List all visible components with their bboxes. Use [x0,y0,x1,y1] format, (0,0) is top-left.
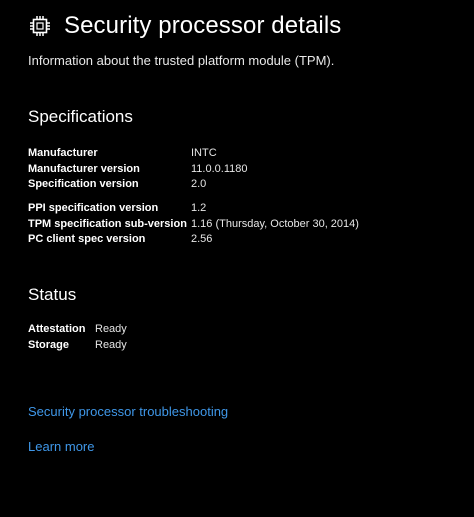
status-value: Ready [95,339,127,351]
spec-label: Manufacturer [28,147,98,159]
specifications-heading: Specifications [28,107,133,126]
spec-label: PC client spec version [28,233,146,245]
security-processor-troubleshooting-link[interactable]: Security processor troubleshooting [28,404,228,419]
security-processor-details-page: Security processor details Information a… [0,0,474,517]
spec-value: INTC [191,147,217,159]
status-label: Storage [28,339,69,351]
status-value: Ready [95,323,127,335]
spec-value: 2.56 [191,233,213,245]
spec-label: Specification version [28,178,139,190]
status-label: Attestation [28,323,86,335]
spec-label: Manufacturer version [28,162,140,175]
spec-value: 1.2 [191,202,207,214]
spec-label: TPM specification sub-version [28,217,187,230]
page-subtitle: Information about the trusted platform m… [28,53,335,68]
page-title: Security processor details [64,12,342,39]
learn-more-link[interactable]: Learn more [28,439,94,454]
spec-value: 11.0.0.1180 [191,162,248,175]
chip-icon [28,14,52,38]
status-heading: Status [28,285,77,304]
page-header: Security processor details [28,8,341,44]
spec-value: 1.16 (Thursday, October 30, 2014) [191,217,359,230]
spec-value: 2.0 [191,178,207,190]
spec-label: PPI specification version [28,202,159,214]
